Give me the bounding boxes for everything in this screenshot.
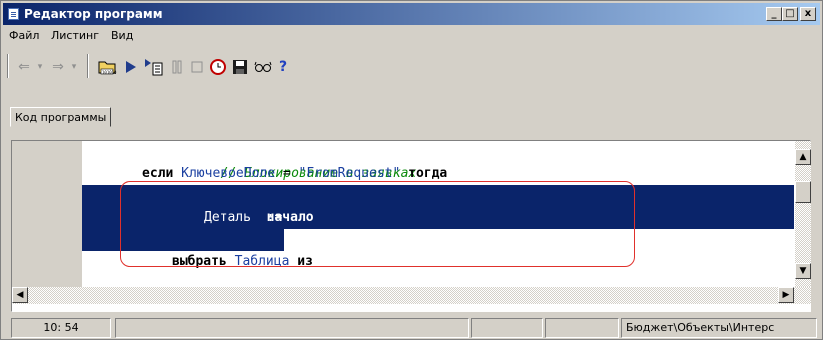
identifier: Деталь bbox=[204, 210, 251, 225]
toolbar-separator bbox=[87, 54, 89, 78]
status-panel bbox=[545, 318, 619, 338]
code-area[interactable]: // Блокирование в заявках если КлючевоеП… bbox=[82, 141, 794, 287]
vertical-scrollbar[interactable]: ▲ ▼ bbox=[795, 141, 811, 287]
open-file-icon[interactable]: 101010 bbox=[97, 56, 119, 78]
operator: = bbox=[275, 166, 299, 181]
run-icon[interactable] bbox=[123, 56, 139, 78]
scroll-right-button[interactable]: ▶ bbox=[778, 287, 794, 303]
glasses-icon[interactable] bbox=[253, 56, 273, 78]
keyword-if: если bbox=[142, 166, 174, 181]
selection-background bbox=[82, 207, 794, 229]
code-line: // Блокирование в заявках bbox=[158, 141, 417, 181]
scroll-down-button[interactable]: ▼ bbox=[795, 263, 811, 279]
stop-icon[interactable] bbox=[189, 56, 205, 78]
code-editor[interactable]: // Блокирование в заявках если КлючевоеП… bbox=[11, 140, 811, 312]
save-icon[interactable] bbox=[231, 56, 249, 78]
maximize-button[interactable]: □ bbox=[782, 7, 798, 21]
tab-program-code[interactable]: Код программы bbox=[10, 107, 112, 127]
status-bar: 10: 54 Бюджет\Объекты\Интерс bbox=[3, 315, 820, 339]
close-button[interactable]: x bbox=[800, 7, 816, 21]
editor-gutter bbox=[12, 141, 83, 287]
back-dropdown-icon[interactable]: ▾ bbox=[35, 56, 45, 78]
code-line: выбрать Таблица из bbox=[172, 251, 313, 273]
forward-dropdown-icon[interactable]: ▾ bbox=[69, 56, 79, 78]
svg-text:101010: 101010 bbox=[102, 70, 117, 75]
code-line: если КлючевоеПоле = "FromRequest" тогда bbox=[142, 163, 447, 185]
pause-icon[interactable] bbox=[169, 56, 185, 78]
menu-bar: Файл Листинг Вид bbox=[3, 25, 820, 45]
identifier: Таблица bbox=[234, 254, 290, 269]
cursor-position: 10: 54 bbox=[11, 318, 111, 338]
status-panel bbox=[471, 318, 543, 338]
code-line-selected: конец; bbox=[204, 229, 314, 269]
status-panel bbox=[115, 318, 469, 338]
app-icon bbox=[8, 8, 19, 20]
keyword-select: выбрать bbox=[172, 254, 227, 269]
toolbar-separator bbox=[7, 54, 9, 78]
keyword-then: тогда bbox=[408, 166, 448, 181]
toolbar: ⇐ ▾ ⇒ ▾ 101010 ? bbox=[3, 49, 820, 83]
code-line-selected: начало bbox=[204, 185, 314, 225]
clock-icon[interactable] bbox=[209, 56, 227, 78]
forward-arrow-icon[interactable]: ⇒ bbox=[49, 56, 67, 78]
scroll-left-button[interactable]: ◀ bbox=[12, 287, 28, 303]
vertical-scroll-thumb[interactable] bbox=[795, 181, 811, 203]
scroll-up-button[interactable]: ▲ bbox=[795, 149, 811, 165]
back-arrow-icon[interactable]: ⇐ bbox=[15, 56, 33, 78]
minimize-button[interactable]: _ bbox=[766, 7, 782, 21]
menu-file[interactable]: Файл bbox=[9, 29, 39, 42]
code-line-selected: Деталь := bbox=[204, 207, 282, 229]
horizontal-scrollbar[interactable]: ◀ ▶ bbox=[12, 287, 811, 304]
module-path: Бюджет\Объекты\Интерс bbox=[621, 318, 817, 338]
step-into-icon[interactable] bbox=[143, 56, 165, 78]
keyword-from: из bbox=[297, 254, 313, 269]
help-icon[interactable]: ? bbox=[277, 56, 289, 78]
string-literal: "FromRequest" bbox=[298, 166, 401, 181]
editor-window: Редактор программ _ □ x Файл Листинг Вид… bbox=[0, 0, 823, 340]
window-title: Редактор программ bbox=[24, 7, 163, 21]
operator: := bbox=[250, 210, 283, 225]
tab-strip: Код программы bbox=[3, 101, 820, 141]
menu-listing[interactable]: Листинг bbox=[51, 29, 99, 42]
identifier: КлючевоеПоле bbox=[181, 166, 276, 181]
title-bar[interactable]: Редактор программ _ □ x bbox=[3, 3, 820, 25]
menu-view[interactable]: Вид bbox=[111, 29, 133, 42]
